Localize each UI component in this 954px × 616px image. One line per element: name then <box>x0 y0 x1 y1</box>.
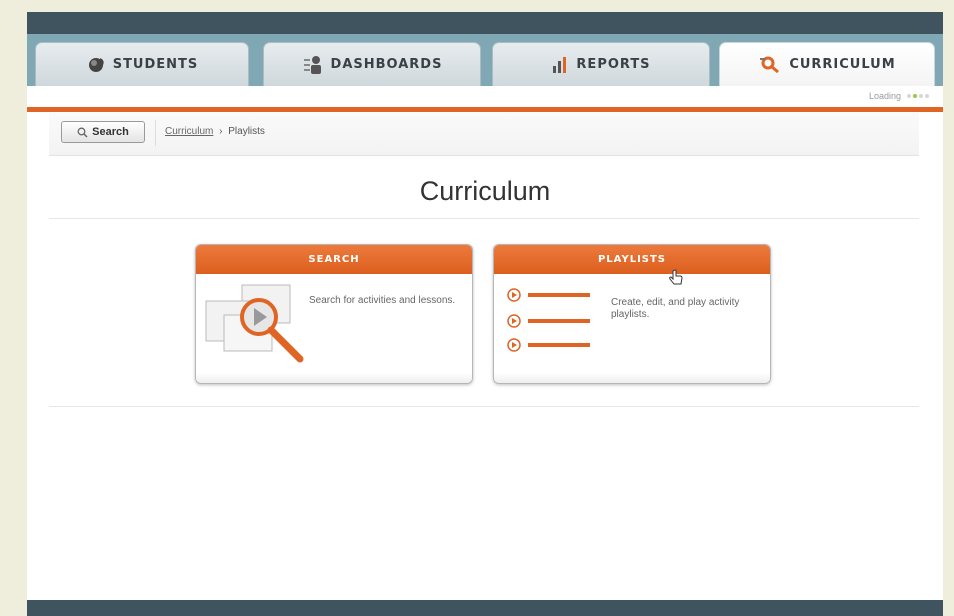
divider <box>155 120 156 146</box>
playlists-card[interactable]: PLAYLISTS Create, edit, and play activit… <box>493 244 771 384</box>
loading-indicator: Loading <box>869 91 929 101</box>
loading-dot-icon <box>919 94 923 98</box>
playlist-icon <box>506 287 596 360</box>
search-button-label: Search <box>92 126 129 138</box>
breadcrumb-separator: › <box>219 126 223 137</box>
page-title: Curriculum <box>419 176 551 206</box>
tab-students[interactable]: STUDENTS <box>35 42 249 86</box>
bottom-bar <box>27 600 943 616</box>
tab-label: DASHBOARDS <box>330 57 443 72</box>
search-icon <box>77 127 88 138</box>
tab-label: CURRICULUM <box>789 57 896 72</box>
accent-bar <box>27 107 943 112</box>
loading-dot-icon <box>907 94 911 98</box>
divider <box>49 406 919 407</box>
reports-icon <box>551 56 569 74</box>
tab-dashboards[interactable]: DASHBOARDS <box>263 42 481 86</box>
top-bar <box>27 12 943 34</box>
search-card[interactable]: SEARCH Search for activities and lessons… <box>195 244 473 384</box>
students-icon <box>86 56 106 74</box>
breadcrumb: Curriculum › Playlists <box>165 126 265 137</box>
loading-dot-icon <box>913 94 917 98</box>
search-magnifier-icon <box>204 281 314 376</box>
search-button[interactable]: Search <box>61 121 145 143</box>
tab-curriculum[interactable]: CURRICULUM <box>719 42 935 86</box>
breadcrumb-current: Playlists <box>228 126 265 137</box>
dashboards-icon <box>302 55 324 75</box>
tab-label: STUDENTS <box>112 57 199 72</box>
card-description: Search for activities and lessons. <box>309 295 456 306</box>
tab-reports[interactable]: REPORTS <box>492 42 710 86</box>
app-window: STUDENTS DASHBOARDS REPORTS CURRICULUM L… <box>27 12 943 616</box>
curriculum-icon <box>758 56 782 74</box>
breadcrumb-link-curriculum[interactable]: Curriculum <box>165 126 213 137</box>
card-footer <box>494 373 770 383</box>
card-description: Create, edit, and play activity playlist… <box>611 297 740 320</box>
card-title: PLAYLISTS <box>494 245 770 274</box>
loading-text: Loading <box>868 91 901 101</box>
card-footer <box>196 373 472 383</box>
divider <box>49 218 919 219</box>
breadcrumb-bar: Search Curriculum › Playlists <box>49 113 919 156</box>
tab-label: REPORTS <box>576 57 651 72</box>
hand-cursor-icon <box>668 269 684 292</box>
loading-dot-icon <box>925 94 929 98</box>
card-title: SEARCH <box>196 245 472 274</box>
